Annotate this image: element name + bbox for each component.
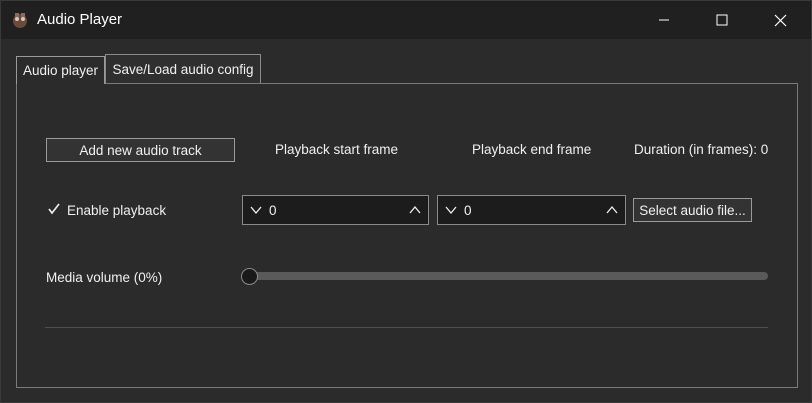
add-audio-track-button[interactable]: Add new audio track [46, 138, 235, 162]
media-volume-label: Media volume (0%) [46, 270, 163, 285]
tab-audio-player[interactable]: Audio player [16, 56, 105, 84]
audio-player-window: Audio Player Audio player Save/Load audi… [0, 0, 812, 403]
chevron-down-icon[interactable] [249, 204, 263, 216]
enable-playback-label[interactable]: Enable playback [67, 203, 166, 218]
chevron-up-icon[interactable] [605, 204, 619, 216]
minimize-button[interactable] [635, 1, 693, 39]
start-frame-spinbox[interactable]: 0 [242, 195, 429, 225]
end-frame-value[interactable]: 0 [464, 203, 472, 218]
duration-label: Duration (in frames): 0 [634, 142, 769, 157]
volume-slider-handle[interactable] [241, 268, 258, 285]
maximize-button[interactable] [693, 1, 751, 39]
volume-slider-track[interactable] [249, 272, 768, 280]
maximize-icon [716, 14, 728, 26]
app-icon [13, 13, 27, 28]
window-title: Audio Player [37, 11, 123, 28]
divider [45, 327, 768, 328]
end-frame-header: Playback end frame [472, 142, 592, 157]
title-bar[interactable]: Audio Player [1, 1, 811, 39]
tab-save-load-config[interactable]: Save/Load audio config [105, 54, 261, 83]
start-frame-value[interactable]: 0 [269, 203, 277, 218]
close-icon [774, 14, 786, 26]
audio-player-panel [16, 83, 798, 388]
start-frame-header: Playback start frame [275, 142, 399, 157]
end-frame-spinbox[interactable]: 0 [437, 195, 626, 225]
chevron-up-icon[interactable] [408, 204, 422, 216]
enable-playback-checkbox[interactable] [47, 202, 61, 216]
chevron-down-icon[interactable] [444, 204, 458, 216]
minimize-icon [659, 19, 669, 21]
close-button[interactable] [751, 1, 809, 39]
select-audio-file-button[interactable]: Select audio file... [633, 198, 752, 222]
